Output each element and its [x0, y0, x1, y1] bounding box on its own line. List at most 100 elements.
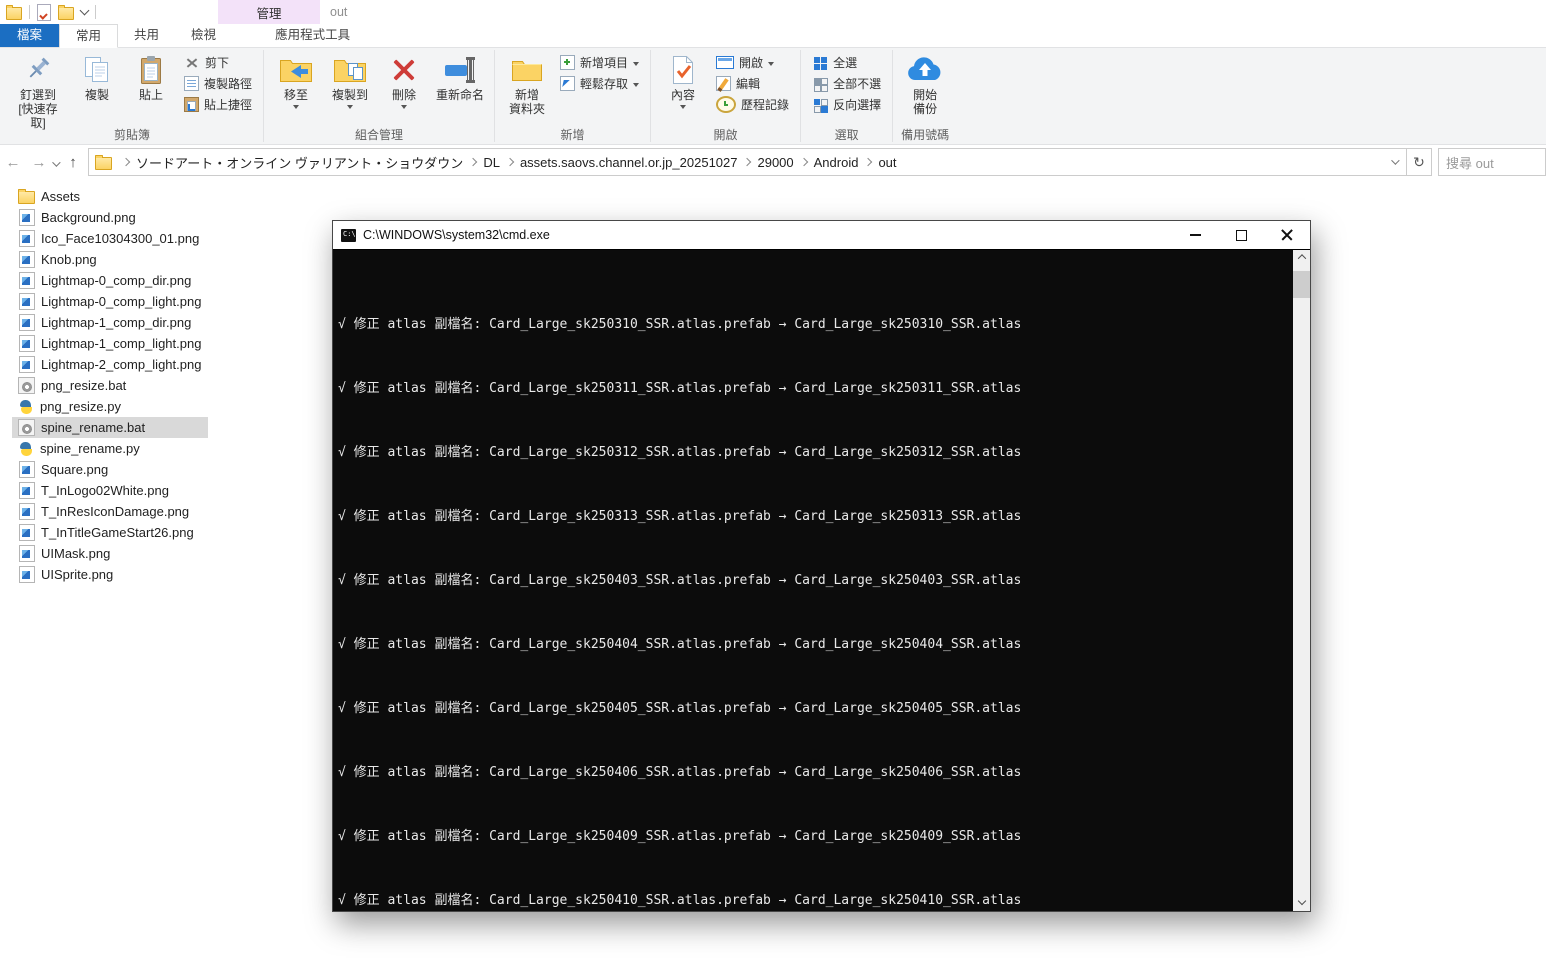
file-row[interactable]: Ico_Face10304300_01.png — [12, 228, 208, 249]
properties-icon — [671, 52, 695, 88]
easy-access-icon — [560, 76, 576, 91]
cmd-scrollbar[interactable] — [1293, 250, 1310, 911]
recent-locations-chevron-icon[interactable] — [52, 155, 61, 170]
copy-path-button[interactable]: 複製路徑 — [180, 73, 256, 94]
contextual-tab-manage[interactable]: 管理 — [218, 0, 320, 24]
qat-new-folder-icon[interactable] — [58, 4, 74, 20]
rename-button[interactable]: 重新命名 — [431, 49, 489, 102]
qat-customize-chevron-icon[interactable] — [79, 5, 90, 16]
cmd-output-line: √ 修正 atlas 副檔名: Card_Large_sk250409_SSR.… — [338, 829, 1022, 844]
cut-button[interactable]: 剪下 — [180, 52, 256, 73]
breadcrumb-segment[interactable]: Android — [794, 149, 858, 175]
new-item-button[interactable]: 新增項目 — [556, 52, 643, 73]
minimize-button[interactable] — [1172, 221, 1218, 249]
ribbon-group-backup: 開始 備份 備用號碼 — [894, 48, 956, 144]
qat-properties-icon[interactable] — [37, 3, 51, 21]
chevron-down-icon — [633, 62, 640, 66]
address-dropdown-button[interactable] — [1382, 156, 1406, 165]
group-label-organize: 組合管理 — [355, 128, 404, 142]
group-label-backup: 備用號碼 — [901, 128, 950, 142]
paste-button[interactable]: 貼上 — [124, 49, 178, 102]
search-input[interactable]: 搜尋 out — [1438, 148, 1546, 176]
maximize-button[interactable] — [1218, 221, 1264, 249]
tab-application-tools[interactable]: 應用程式工具 — [259, 24, 366, 47]
new-folder-button[interactable]: 新增 資料夾 — [500, 49, 554, 116]
copy-button[interactable]: 複製 — [70, 49, 124, 102]
chevron-right-icon — [121, 157, 131, 167]
cmd-titlebar[interactable]: C:\WINDOWS\system32\cmd.exe — [333, 221, 1310, 250]
select-all-button[interactable]: 全選 — [808, 52, 885, 73]
refresh-button[interactable]: ↻ — [1406, 149, 1431, 175]
paste-icon — [139, 52, 163, 88]
history-clock-icon — [716, 96, 737, 113]
move-to-icon — [279, 52, 313, 88]
file-row[interactable]: spine_rename.py — [12, 438, 208, 459]
file-icon — [19, 482, 35, 499]
breadcrumb-segment[interactable]: out — [858, 149, 897, 175]
open-button[interactable]: 開啟 — [712, 52, 793, 73]
tab-view[interactable]: 檢視 — [175, 24, 232, 47]
file-row[interactable]: Lightmap-2_comp_light.png — [12, 354, 208, 375]
up-button[interactable]: ↑ — [62, 154, 84, 171]
tab-home[interactable]: 常用 — [59, 24, 119, 48]
breadcrumb-segment[interactable]: assets.saovs.channel.or.jp_20251027 — [500, 149, 737, 175]
ribbon-group-new: 新增 資料夾 新增項目 輕鬆存取 新增 — [496, 48, 649, 144]
scroll-up-arrow[interactable] — [1293, 250, 1310, 267]
easy-access-button[interactable]: 輕鬆存取 — [556, 73, 643, 94]
edit-button[interactable]: 編輯 — [712, 73, 793, 94]
file-row[interactable]: Background.png — [12, 207, 208, 228]
file-row[interactable]: UISprite.png — [12, 564, 208, 585]
delete-button[interactable]: 刪除 — [377, 49, 431, 109]
file-row[interactable]: spine_rename.bat — [12, 417, 208, 438]
forward-button[interactable]: → — [26, 154, 52, 171]
ribbon-group-open: 內容 開啟 編輯 歷程記錄 開啟 — [652, 48, 799, 144]
pin-to-quick-access-button[interactable]: 釘選到 [快速存取] — [6, 49, 70, 130]
cloud-backup-icon — [907, 52, 943, 88]
chevron-down-icon — [633, 83, 640, 87]
file-row[interactable]: Assets — [12, 186, 208, 207]
file-row[interactable]: Lightmap-1_comp_dir.png — [12, 312, 208, 333]
paste-shortcut-button[interactable]: 貼上捷徑 — [180, 94, 256, 115]
ribbon-group-clipboard: 釘選到 [快速存取] 複製 貼上 剪下 複製路徑 貼上捷徑 剪貼簿 — [2, 48, 262, 144]
invert-selection-icon — [812, 97, 829, 113]
address-bar[interactable]: ソードアート・オンライン ヴァリアント・ショウダウン DL assets.sao… — [88, 148, 1432, 176]
breadcrumb-segment[interactable]: ソードアート・オンライン ヴァリアント・ショウダウン — [116, 149, 463, 175]
tab-share[interactable]: 共用 — [118, 24, 175, 47]
move-to-button[interactable]: 移至 — [269, 49, 323, 109]
close-button[interactable] — [1264, 221, 1310, 249]
file-row[interactable]: T_InResIconDamage.png — [12, 501, 208, 522]
file-icon — [18, 419, 35, 436]
divider — [650, 50, 652, 142]
scroll-thumb[interactable] — [1293, 271, 1310, 298]
file-row[interactable]: Lightmap-0_comp_light.png — [12, 291, 208, 312]
copy-to-button[interactable]: 複製到 — [323, 49, 377, 109]
select-none-button[interactable]: 全部不選 — [808, 73, 885, 94]
file-row[interactable]: Lightmap-1_comp_light.png — [12, 333, 208, 354]
breadcrumb-segment[interactable]: DL — [463, 149, 500, 175]
file-row[interactable]: png_resize.bat — [12, 375, 208, 396]
file-row[interactable]: png_resize.py — [12, 396, 208, 417]
file-row[interactable]: T_InTitleGameStart26.png — [12, 522, 208, 543]
file-row[interactable]: Knob.png — [12, 249, 208, 270]
file-row[interactable]: T_InLogo02White.png — [12, 480, 208, 501]
scroll-down-arrow[interactable] — [1293, 894, 1310, 911]
file-row[interactable]: Square.png — [12, 459, 208, 480]
history-button[interactable]: 歷程記錄 — [712, 94, 793, 115]
breadcrumb-segment[interactable]: 29000 — [737, 149, 794, 175]
back-button[interactable]: ← — [0, 154, 26, 171]
file-icon — [19, 272, 35, 289]
file-icon — [19, 230, 35, 247]
select-none-icon — [812, 76, 829, 92]
chevron-down-icon — [680, 105, 687, 109]
cmd-output-line: √ 修正 atlas 副檔名: Card_Large_sk250405_SSR.… — [338, 701, 1022, 716]
select-all-icon — [812, 55, 828, 71]
properties-button[interactable]: 內容 — [656, 49, 710, 109]
file-row[interactable]: Lightmap-0_comp_dir.png — [12, 270, 208, 291]
ribbon-group-select: 全選 全部不選 反向選擇 選取 — [802, 48, 891, 144]
file-row[interactable]: UIMask.png — [12, 543, 208, 564]
file-icon — [19, 356, 35, 373]
tab-file[interactable]: 檔案 — [0, 24, 60, 47]
invert-selection-button[interactable]: 反向選擇 — [808, 94, 885, 115]
start-backup-button[interactable]: 開始 備份 — [898, 49, 952, 116]
cmd-output-text: √ 修正 atlas 副檔名: Card_Large_sk250310_SSR.… — [338, 253, 1290, 911]
